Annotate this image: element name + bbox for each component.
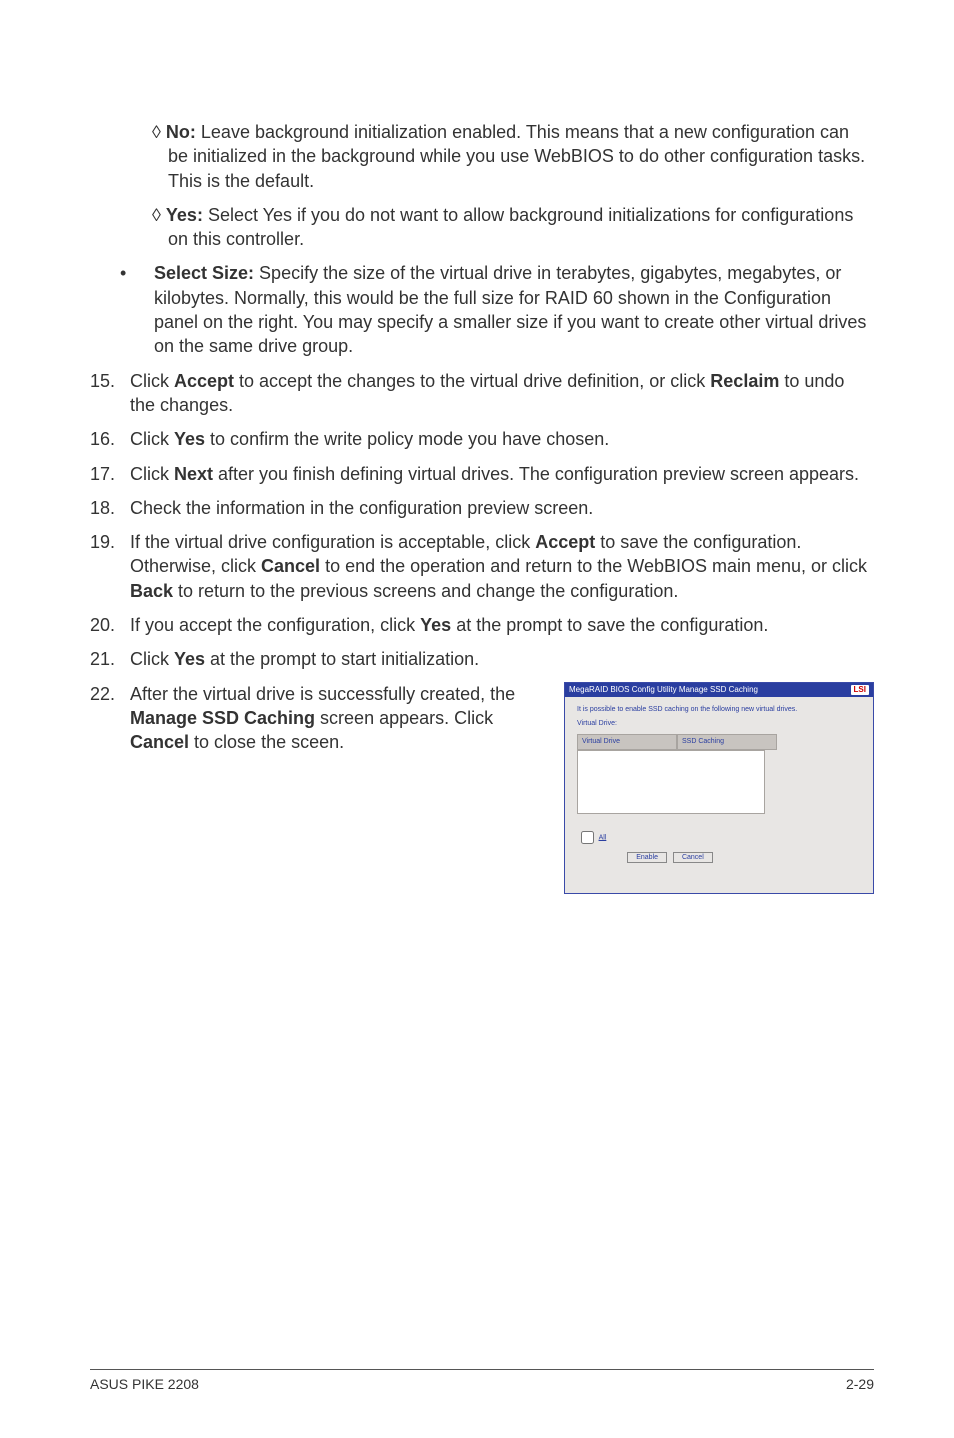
page-footer: ASUS PIKE 2208 2-29 [90,1369,874,1392]
enable-button[interactable]: Enable [627,852,667,863]
all-checkbox-input[interactable] [581,831,594,844]
page-content: ◊ No: Leave background initialization en… [0,0,954,894]
step-21: 21.Click Yes at the prompt to start init… [90,647,874,671]
text-select-size: Specify the size of the virtual drive in… [154,263,866,356]
step-18: 18.Check the information in the configur… [90,496,874,520]
sub-option-no: ◊ No: Leave background initialization en… [90,120,874,193]
step-17: 17.Click Next after you finish defining … [90,462,874,486]
label-no: No: [166,122,196,142]
footer-left: ASUS PIKE 2208 [90,1376,199,1392]
step-15: 15.Click Accept to accept the changes to… [90,369,874,418]
screenshot-message: It is possible to enable SSD caching on … [577,705,861,714]
step-20: 20.If you accept the configuration, clic… [90,613,874,637]
screenshot-table-header: Virtual Drive SSD Caching [577,734,861,749]
step-22: 22.After the virtual drive is successful… [90,682,546,755]
screenshot-titlebar: MegaRAID BIOS Config Utility Manage SSD … [565,683,873,698]
screenshot-title: MegaRAID BIOS Config Utility Manage SSD … [569,685,758,696]
text-yes: Select Yes if you do not want to allow b… [168,205,853,249]
step-19: 19.If the virtual drive configuration is… [90,530,874,603]
col-ssd-caching: SSD Caching [677,734,777,749]
screenshot-all-checkbox[interactable]: All [577,828,861,847]
col-virtual-drive: Virtual Drive [577,734,677,749]
text-no: Leave background initialization enabled.… [168,122,865,191]
screenshot-listbox[interactable] [577,750,765,814]
sub-option-yes: ◊ Yes: Select Yes if you do not want to … [90,203,874,252]
step-16: 16.Click Yes to confirm the write policy… [90,427,874,451]
embedded-screenshot: MegaRAID BIOS Config Utility Manage SSD … [564,682,874,894]
lsi-logo: LSI [851,685,869,696]
footer-right: 2-29 [846,1376,874,1392]
label-yes: Yes: [166,205,203,225]
cancel-button[interactable]: Cancel [673,852,713,863]
screenshot-virtual-drive-label: Virtual Drive: [577,719,861,728]
bullet-select-size: •Select Size: Specify the size of the vi… [90,261,874,358]
label-select-size: Select Size: [154,263,254,283]
